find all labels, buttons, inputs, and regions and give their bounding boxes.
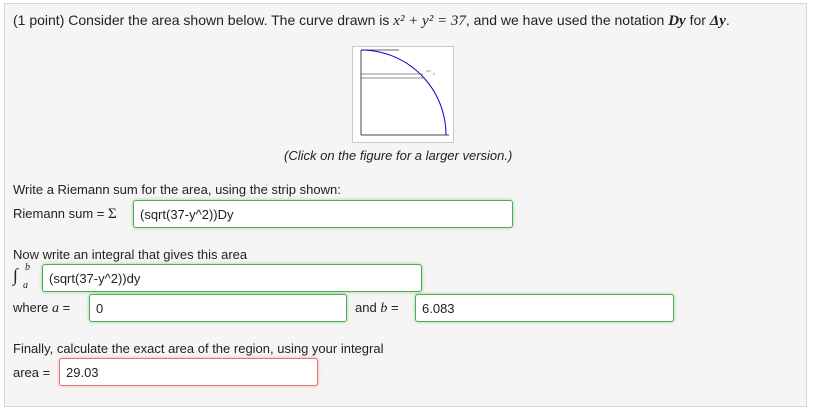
sigma-symbol: Σ	[108, 206, 117, 222]
notation-text: , and we have used the notation	[465, 12, 665, 28]
delta-y-notation: Δy	[709, 13, 726, 29]
figure-caption: (Click on the figure for a larger versio…	[284, 148, 513, 163]
points-label: (1 point)	[13, 12, 65, 28]
curve-equation: x² + y² = 37	[393, 13, 466, 29]
integral-input[interactable]: (sqrt(37-y^2))dy	[42, 264, 422, 292]
a-equals: =	[62, 300, 71, 315]
dy-notation: Dy	[668, 13, 686, 29]
riemann-sum-input[interactable]: (sqrt(37-y^2))Dy	[133, 200, 513, 228]
figure-thumbnail[interactable]	[352, 46, 454, 143]
lower-bound-input[interactable]: 0	[89, 294, 347, 322]
area-input[interactable]: 29.03	[59, 358, 318, 386]
area-prompt: Finally, calculate the exact area of the…	[13, 341, 384, 356]
lower-bound-label-row: where a =	[13, 300, 70, 317]
circle-curve	[360, 49, 447, 136]
riemann-label-row: Riemann sum = Σ	[13, 206, 117, 223]
integral-prompt: Now write an integral that gives this ar…	[13, 247, 248, 262]
problem-statement: (1 point) Consider the area shown below.…	[13, 12, 730, 30]
riemann-label: Riemann sum =	[13, 206, 105, 221]
intro-text: Consider the area shown below. The curve…	[68, 12, 390, 28]
for-text: for	[689, 12, 706, 28]
area-label: area =	[13, 365, 51, 380]
quarter-circle-figure	[360, 49, 449, 136]
b-equals: =	[390, 300, 399, 315]
b-symbol: b	[380, 301, 388, 316]
integral-lower-limit: a	[23, 280, 28, 291]
a-symbol: a	[52, 301, 60, 316]
upper-bound-input[interactable]: 6.083	[415, 294, 674, 322]
integral-sign: ∫	[13, 265, 18, 285]
integral-upper-limit: b	[25, 262, 30, 273]
end-period: .	[725, 12, 730, 28]
and-label: and	[355, 300, 377, 315]
where-label: where	[13, 300, 49, 315]
upper-bound-label-row: and b =	[355, 300, 399, 317]
riemann-prompt: Write a Riemann sum for the area, using …	[13, 182, 341, 197]
